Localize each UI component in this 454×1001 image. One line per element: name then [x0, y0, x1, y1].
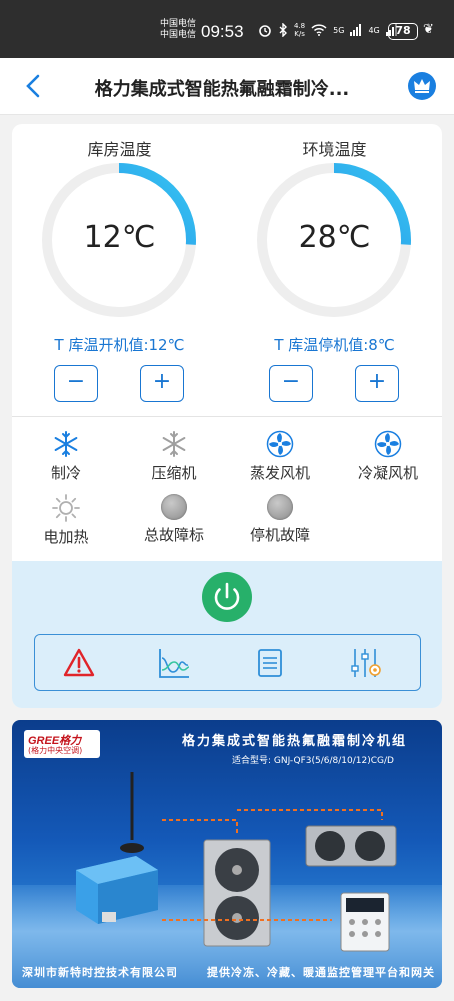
- control-panel: [12, 561, 442, 708]
- leaf-icon: ❦: [423, 22, 434, 37]
- power-icon: [214, 582, 240, 610]
- status-icons: 4.8 K/s 5G 4G: [258, 22, 398, 38]
- carrier-label: 中国电信 中国电信: [160, 19, 196, 41]
- banner-slogan: 提供冷冻、冷藏、暖通监控管理平台和网关: [207, 966, 435, 979]
- status-label: 压缩机: [151, 464, 197, 482]
- settings-sliders-icon[interactable]: [349, 646, 383, 680]
- gray-dot-icon: [161, 494, 187, 520]
- status-label: 制冷: [50, 464, 81, 482]
- gauge-cold-room: 库房温度 12℃ T 库温开机值:12℃ − +: [12, 124, 227, 414]
- status-heater: 电加热: [12, 494, 120, 547]
- net-speed: 4.8 K/s: [294, 22, 306, 38]
- divider: [12, 416, 442, 417]
- snowflake-icon: [54, 431, 78, 457]
- power-button[interactable]: [202, 572, 252, 622]
- logo-subtext: (格力中央空调): [28, 746, 83, 755]
- battery-indicator: 78: [388, 23, 418, 40]
- gauge-ambient: 环境温度 28℃ T 库温停机值:8℃ − +: [227, 124, 442, 414]
- status-general-fault: 总故障标: [120, 494, 228, 545]
- banner-title: 格力集成式智能热氟融霜制冷机组: [182, 734, 408, 749]
- gauge-value: 12℃: [83, 220, 156, 255]
- antenna-icon: [120, 772, 144, 853]
- bluetooth-icon: [279, 23, 287, 37]
- gray-dot-icon: [267, 494, 293, 520]
- wifi-icon: [311, 24, 327, 36]
- status-label: 冷凝风机: [357, 464, 418, 482]
- chevron-left-icon[interactable]: [22, 72, 46, 100]
- gauge-title: 库房温度: [87, 140, 152, 159]
- carrier-1: 中国电信: [160, 19, 197, 29]
- sun-icon: [52, 494, 80, 522]
- status-label: 总故障标: [143, 526, 204, 544]
- company-name: 深圳市新特时控技术有限公司: [22, 966, 178, 979]
- decrease-button[interactable]: −: [269, 365, 313, 402]
- clock: 09:53: [201, 22, 244, 41]
- network-5g: 5G: [333, 25, 345, 35]
- setpoint-label: T 库温开机值:12℃: [54, 336, 185, 354]
- carrier-2: 中国电信: [160, 30, 197, 40]
- list-icon[interactable]: [253, 646, 287, 680]
- decrease-button[interactable]: −: [54, 365, 98, 402]
- status-evap-fan: 蒸发风机: [226, 430, 334, 483]
- fan-icon: [266, 430, 294, 458]
- network-4g: 4G: [368, 25, 380, 35]
- status-stop-fault: 停机故障: [226, 494, 334, 545]
- status-compressor: 压缩机: [120, 430, 228, 483]
- setpoint-label: T 库温停机值:8℃: [274, 336, 395, 354]
- status-label: 蒸发风机: [249, 464, 310, 482]
- crown-icon[interactable]: [408, 72, 436, 100]
- gree-logo: GREE格力 (格力中央空调): [24, 730, 100, 758]
- gateway-device-icon: [76, 856, 158, 924]
- control-card: 库房温度 12℃ T 库温开机值:12℃ − + 环境温度 28℃ T 库温停机…: [12, 124, 442, 708]
- status-bar: 中国电信 中国电信 09:53 4.8 K/s 5G 4G 78 ❦: [0, 0, 454, 58]
- signal-icon: [350, 24, 362, 36]
- chart-icon[interactable]: [157, 646, 191, 680]
- connection-lines: [162, 809, 383, 921]
- gauge-value: 28℃: [298, 220, 371, 255]
- alarm-clock-icon: [259, 25, 271, 37]
- banner-model: 适合型号: GNJ-QF3(5/6/8/10/12)CG/D: [232, 756, 394, 766]
- status-label: 停机故障: [249, 526, 310, 544]
- fan-icon: [374, 430, 402, 458]
- page-title: 格力集成式智能热氟融霜制冷...: [94, 79, 350, 100]
- increase-button[interactable]: +: [355, 365, 399, 402]
- snowflake-icon: [162, 431, 186, 457]
- alarm-icon[interactable]: [62, 646, 96, 680]
- app-header: 格力集成式智能热氟融霜制冷...: [0, 58, 454, 115]
- status-label: 电加热: [43, 528, 89, 546]
- status-cooling: 制冷: [12, 430, 120, 483]
- increase-button[interactable]: +: [140, 365, 184, 402]
- tool-bar: [34, 634, 421, 691]
- promo-banner[interactable]: GREE格力 (格力中央空调) 格力集成式智能热氟融霜制冷机组 适合型号: GN…: [12, 720, 442, 988]
- gauge-title: 环境温度: [302, 140, 367, 159]
- status-cond-fan: 冷凝风机: [334, 430, 442, 483]
